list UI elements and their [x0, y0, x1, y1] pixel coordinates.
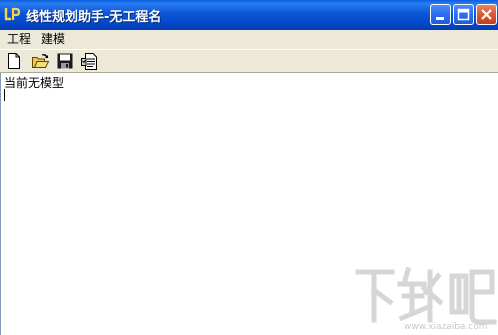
title-bar[interactable]: 线性规划助手-无工程名: [0, 0, 498, 31]
maximize-icon: [457, 8, 470, 21]
open-file-button[interactable]: [30, 52, 50, 71]
model-status-text: 当前无模型: [4, 76, 65, 90]
toolbar: [0, 49, 498, 73]
close-icon: [481, 9, 492, 20]
save-button[interactable]: [55, 52, 75, 71]
minimize-button[interactable]: [430, 4, 451, 25]
menu-bar: 工程 建模: [0, 30, 498, 49]
close-button[interactable]: [476, 4, 497, 25]
menu-modeling[interactable]: 建模: [38, 32, 68, 47]
app-lp-icon: [4, 7, 20, 21]
new-file-icon: [8, 53, 20, 69]
maximize-button[interactable]: [453, 4, 474, 25]
properties-icon: [81, 53, 97, 70]
text-caret: [4, 89, 5, 101]
open-folder-icon: [32, 54, 50, 68]
window-title: 线性规划助手-无工程名: [26, 10, 162, 25]
properties-button[interactable]: [79, 52, 99, 71]
watermark-site-text: www.xiazaiba.com: [404, 322, 488, 332]
new-file-button[interactable]: [4, 52, 24, 71]
save-disk-icon: [57, 53, 73, 69]
minimize-icon: [436, 17, 444, 20]
menu-project[interactable]: 工程: [4, 32, 34, 47]
